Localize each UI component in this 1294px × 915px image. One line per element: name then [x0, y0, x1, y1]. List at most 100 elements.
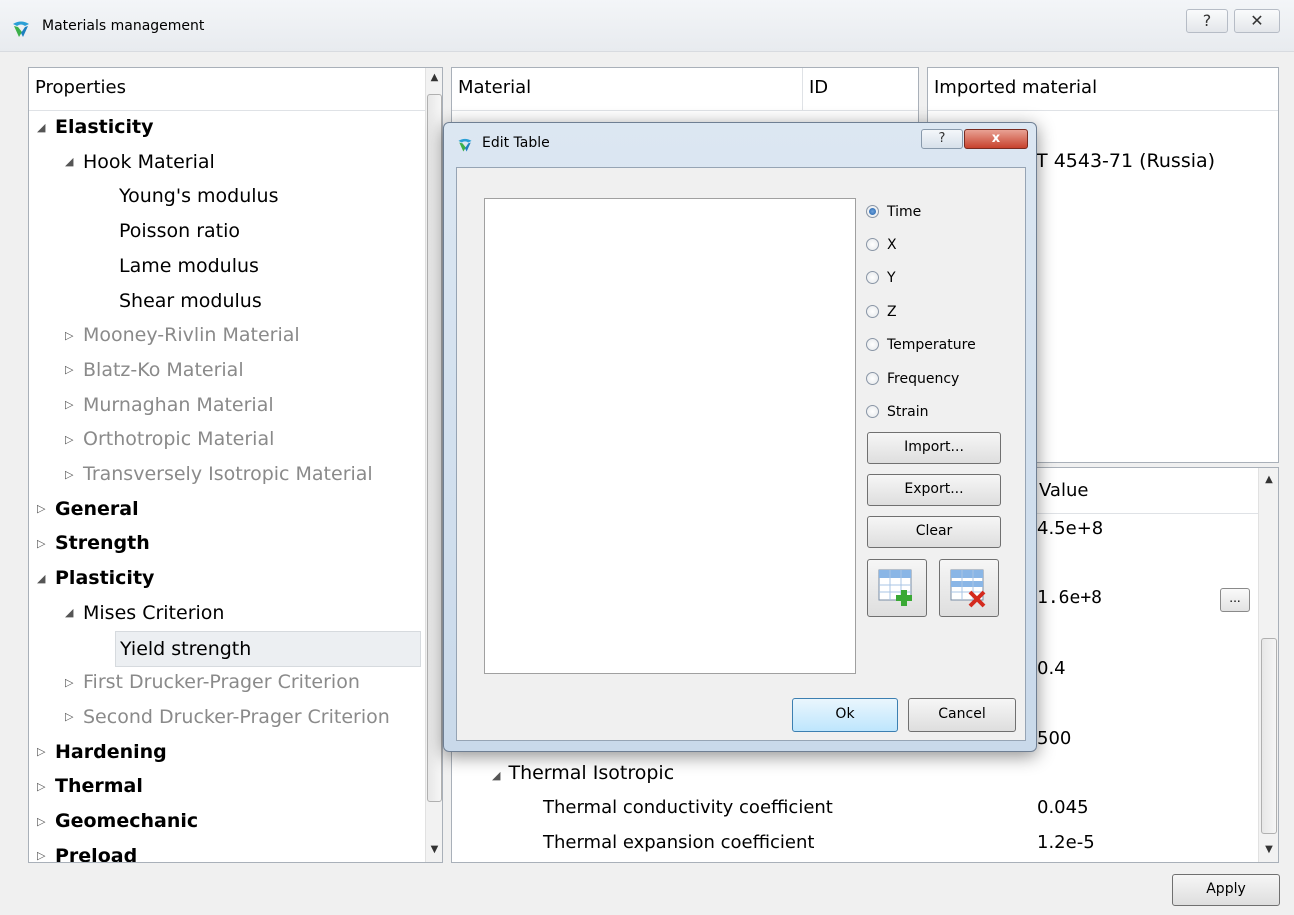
expand-arrow-icon[interactable]: ▷ — [37, 805, 55, 839]
tree-item-label: Hardening — [55, 740, 167, 763]
expand-arrow-icon[interactable]: ▷ — [37, 492, 55, 526]
values-scrollbar[interactable]: ▲ ▼ — [1258, 468, 1278, 862]
id-column-header[interactable]: ID — [802, 68, 828, 110]
radio-unselected-icon[interactable] — [866, 371, 879, 385]
radio-unselected-icon[interactable] — [866, 337, 879, 351]
radio-unselected-icon[interactable] — [866, 237, 879, 251]
tree-item[interactable]: ▷ Orthotropic Material — [65, 422, 274, 456]
tree-item[interactable]: Shear modulus — [93, 284, 262, 318]
tree-item[interactable]: ◢ Elasticity — [37, 110, 153, 144]
radio-y[interactable]: Y — [866, 268, 896, 288]
tree-item[interactable]: ◢ Plasticity — [37, 561, 154, 595]
clear-button[interactable]: Clear — [867, 516, 1001, 548]
value-cell[interactable]: 4.5e+8 — [1037, 518, 1103, 539]
collapse-arrow-icon[interactable]: ◢ — [37, 562, 55, 596]
value-cell[interactable]: 0.4 — [1037, 658, 1066, 679]
expand-arrow-icon[interactable]: ▷ — [37, 770, 55, 804]
expand-arrow-icon[interactable]: ▷ — [37, 527, 55, 561]
delete-row-icon — [950, 569, 986, 608]
scroll-thumb[interactable] — [427, 94, 442, 802]
radio-unselected-icon[interactable] — [866, 304, 879, 318]
scroll-thumb[interactable] — [1261, 638, 1277, 834]
edit-table-grid[interactable] — [484, 198, 856, 674]
edit-table-dialog: Edit Table ? x Time X Y Z Temperature Fr… — [443, 122, 1037, 752]
tree-item-label: Plasticity — [55, 567, 155, 590]
tree-item[interactable]: ▷ Strength — [37, 526, 150, 560]
tree-item[interactable]: ▷ General — [37, 492, 139, 526]
value-cell[interactable]: 0.045 — [1037, 797, 1089, 818]
app-logo-icon — [458, 138, 472, 152]
radio-x[interactable]: X — [866, 235, 897, 255]
collapse-arrow-icon[interactable]: ◢ — [492, 769, 500, 782]
tree-item[interactable]: ▷ First Drucker-Prager Criterion — [65, 665, 360, 699]
tree-item[interactable]: ▷ Geomechanic — [37, 804, 198, 838]
scroll-down-arrow-icon[interactable]: ▼ — [1259, 844, 1279, 855]
expand-arrow-icon[interactable]: ▷ — [65, 666, 83, 700]
tree-item[interactable]: Yield strength — [115, 630, 421, 667]
expand-arrow-icon[interactable]: ▷ — [65, 388, 83, 422]
tree-item[interactable]: Lame modulus — [93, 249, 259, 283]
expand-arrow-icon[interactable]: ▷ — [37, 839, 55, 862]
properties-tree[interactable]: ◢ Elasticity ◢ Hook Material Young's modulus… — [29, 110, 425, 862]
expand-arrow-icon[interactable]: ▷ — [65, 700, 83, 734]
radio-label: Strain — [887, 404, 929, 420]
expand-arrow-icon[interactable]: ▷ — [65, 353, 83, 387]
tree-item[interactable]: ▷ Mooney-Rivlin Material — [65, 318, 300, 352]
value-cell[interactable]: 1.6e+8 — [1037, 587, 1102, 608]
edit-table-button[interactable]: ... — [1220, 588, 1250, 612]
properties-scrollbar[interactable]: ▲ ▼ — [425, 68, 442, 862]
radio-frequency[interactable]: Frequency — [866, 369, 959, 389]
window-close-button[interactable]: ✕ — [1234, 9, 1280, 33]
property-name: Thermal conductivity coefficient — [543, 797, 833, 818]
radio-unselected-icon[interactable] — [866, 404, 879, 418]
radio-strain[interactable]: Strain — [866, 402, 928, 422]
expand-arrow-icon[interactable]: ▷ — [37, 735, 55, 769]
tree-item[interactable]: ▷ Blatz-Ko Material — [65, 353, 244, 387]
value-column-header[interactable]: Value — [1030, 468, 1258, 514]
scroll-up-arrow-icon[interactable]: ▲ — [1259, 474, 1279, 485]
tree-item[interactable]: ▷ Murnaghan Material — [65, 388, 274, 422]
cancel-button[interactable]: Cancel — [908, 698, 1016, 732]
tree-item-label: Strength — [55, 532, 150, 555]
export-button[interactable]: Export... — [867, 474, 1001, 506]
import-button[interactable]: Import... — [867, 432, 1001, 464]
radio-time[interactable]: Time — [866, 202, 921, 222]
expand-arrow-icon[interactable]: ▷ — [65, 319, 83, 353]
tree-item[interactable]: ▷ Hardening — [37, 735, 167, 769]
radio-selected-icon[interactable] — [866, 204, 879, 218]
add-row-button[interactable] — [867, 559, 927, 617]
tree-item[interactable]: ▷ Thermal — [37, 769, 143, 803]
scroll-up-arrow-icon[interactable]: ▲ — [426, 72, 443, 83]
tree-item[interactable]: ◢ Mises Criterion — [65, 596, 224, 630]
value-cell[interactable]: 1.2e-5 — [1037, 832, 1095, 853]
tree-item-label: Shear modulus — [119, 289, 262, 312]
collapse-arrow-icon[interactable]: ◢ — [37, 111, 55, 145]
tree-item[interactable]: Young's modulus — [93, 179, 278, 213]
tree-item[interactable]: ▷ Second Drucker-Prager Criterion — [65, 700, 390, 734]
expand-arrow-icon[interactable]: ▷ — [65, 458, 83, 492]
value-cell[interactable]: 500 — [1037, 728, 1071, 749]
tree-item[interactable]: Poisson ratio — [93, 214, 240, 248]
properties-header: Properties — [29, 68, 442, 111]
tree-item[interactable]: ▷ Transversely Isotropic Material — [65, 457, 373, 491]
scroll-down-arrow-icon[interactable]: ▼ — [426, 844, 443, 855]
help-button[interactable]: ? — [1186, 9, 1228, 33]
material-column-header[interactable]: Material — [458, 77, 531, 98]
tree-item[interactable]: ▷ Preload — [37, 839, 137, 862]
expand-arrow-icon[interactable]: ▷ — [65, 423, 83, 457]
radio-temperature[interactable]: Temperature — [866, 335, 976, 355]
radio-unselected-icon[interactable] — [866, 270, 879, 284]
property-name: Thermal expansion coefficient — [543, 832, 815, 853]
radio-label: Y — [887, 270, 896, 286]
ok-button[interactable]: Ok — [792, 698, 898, 732]
group-thermal-isotropic[interactable]: ◢ Thermal Isotropic — [492, 762, 674, 784]
tree-item-label: Murnaghan Material — [83, 393, 274, 416]
radio-z[interactable]: Z — [866, 302, 897, 322]
dialog-close-button[interactable]: x — [964, 129, 1028, 149]
delete-row-button[interactable] — [939, 559, 999, 617]
tree-item[interactable]: ◢ Hook Material — [65, 145, 215, 179]
dialog-help-button[interactable]: ? — [921, 129, 963, 149]
collapse-arrow-icon[interactable]: ◢ — [65, 145, 83, 179]
collapse-arrow-icon[interactable]: ◢ — [65, 596, 83, 630]
apply-button[interactable]: Apply — [1172, 874, 1280, 906]
